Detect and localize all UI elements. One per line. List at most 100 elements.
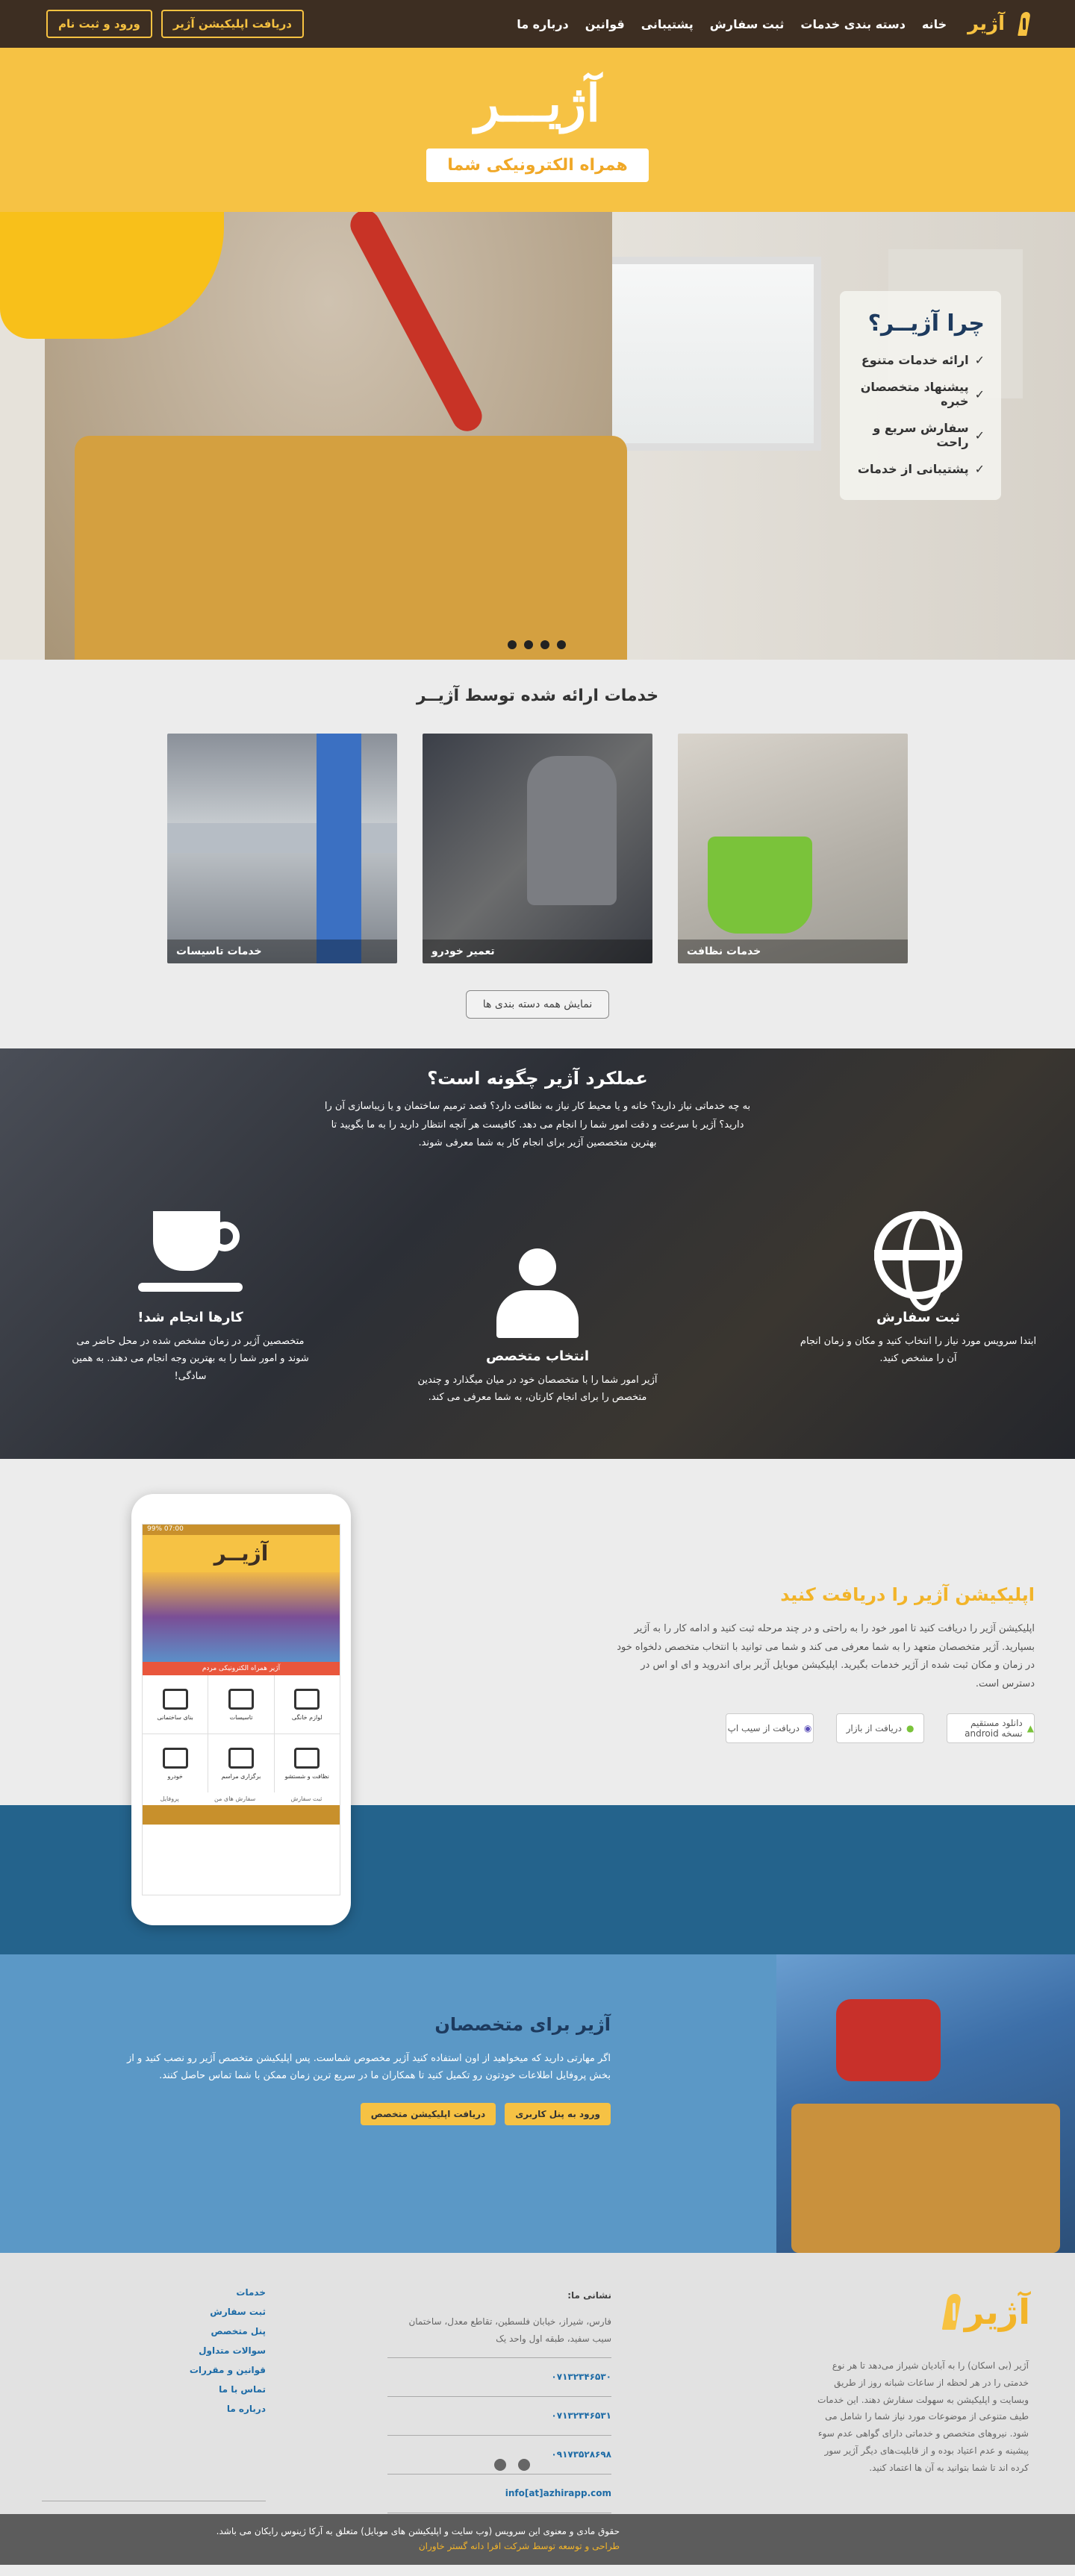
why-item: ✓ سفارش سریع و راحت [856, 421, 985, 449]
service-card-car[interactable]: تعمیر خودرو [423, 734, 652, 963]
divider [387, 2396, 611, 2398]
phone-app-logo: آژیــر [143, 1535, 340, 1572]
instagram-icon[interactable] [494, 2459, 506, 2471]
email-link[interactable]: info[at]azhirapp.com [387, 2485, 611, 2502]
phone-category-label: بنای ساختمانی [157, 1713, 193, 1721]
footer-logo: آژیر [933, 2292, 1030, 2332]
footer-link[interactable]: تماس با ما [42, 2384, 266, 2395]
pipe-image [317, 734, 361, 963]
banner-title: آژیـــر [475, 73, 600, 134]
store-label: دریافت از سیب اپ [727, 1722, 800, 1734]
phone-hero-image [143, 1572, 340, 1662]
store-label: دریافت از بازار [846, 1722, 902, 1734]
how-it-works-section: عملکرد آژیر چگونه است؟ به چه خدماتی نیاز… [0, 1048, 1075, 1459]
cup-handle [210, 1222, 240, 1251]
slider-dot[interactable] [524, 640, 533, 649]
menu-rules[interactable]: قوانین [585, 17, 625, 31]
why-item-label: سفارش سریع و راحت [873, 421, 969, 449]
why-item-label: پیشنهاد متخصصان خبره [860, 380, 969, 408]
android-download-badge[interactable]: ▲ دانلود مستقیم نسخه android [947, 1713, 1035, 1743]
footer-link[interactable]: ثبت سفارش [42, 2307, 266, 2317]
divider [387, 2434, 611, 2436]
slider-dots [508, 640, 566, 649]
site-logo[interactable]: آژیر [968, 12, 1029, 36]
drill-image [836, 1999, 941, 2081]
service-card-cleaning[interactable]: خدمات نظافت [678, 734, 908, 963]
step-text: متخصصین آژیر در زمان مشخص شده در محل حاض… [72, 1336, 309, 1382]
how-step-order: ثبت سفارش ابتدا سرویس مورد نیاز را انتخا… [795, 1211, 1041, 1368]
phone-tab: ثبت سفارش [290, 1795, 322, 1802]
sibapp-icon: ◉ [803, 1722, 812, 1734]
why-list: ✓ ارائه خدمات متنوع ✓ پیشنهاد متخصصان خبره… [856, 353, 985, 476]
banner-tagline: همراه الکترونیکی شما [426, 148, 649, 182]
expert-app-button[interactable]: دریافت اپلیکیشن متخصص [360, 2102, 496, 2125]
how-step-expert: انتخاب متخصص آژیر امور شما را با متخصصان… [414, 1248, 661, 1407]
telegram-icon[interactable] [518, 2459, 530, 2471]
phone-category: بنای ساختمانی [143, 1675, 208, 1734]
menu-order[interactable]: ثبت سفارش [710, 17, 785, 31]
experts-section: آژیر برای متخصصان اگر مهارتی دارید که می… [0, 1954, 1075, 2253]
service-card-facilities[interactable]: خدمات تاسیسات [167, 734, 397, 963]
phone-category-grid: لوازم خانگی تاسیسات بنای ساختمانی نظافت … [143, 1675, 340, 1792]
tools-icon [162, 1747, 188, 1769]
phone-category: خودرو [143, 1734, 208, 1792]
hero-banner: آژیـــر همراه الکترونیکی شما [0, 48, 1075, 212]
phone-category: لوازم خانگی [274, 1675, 340, 1734]
menu-about[interactable]: درباره ما [517, 17, 569, 31]
phone-screen: 07:00 99% آژیــر آژیر همراه الکترونیکی م… [142, 1524, 340, 1895]
top-nav: آژیر خانه دسته بندی خدمات ثبت سفارش پشتی… [0, 0, 1075, 48]
phone-tab: پروفایل [160, 1795, 179, 1802]
footer-link[interactable]: درباره ما [42, 2404, 266, 2414]
bazaar-icon: ● [906, 1722, 914, 1734]
login-register-button[interactable]: ورود و ثبت نام [46, 10, 152, 38]
footer-link[interactable]: سوالات متداول [42, 2345, 266, 2356]
user-panel-button[interactable]: ورود به پنل کاربری [505, 2102, 611, 2125]
nav-buttons: دریافت اپلیکیشن آژیر ورود و ثبت نام [46, 10, 304, 38]
why-item: ✓ پشتیبانی از خدمات [856, 462, 985, 476]
sibapp-badge[interactable]: ◉ دریافت از سیب اپ [726, 1713, 814, 1743]
show-all-categories-button[interactable]: نمایش همه دسته بندی ها [465, 990, 610, 1019]
service-label: تعمیر خودرو [423, 940, 652, 963]
download-app-button[interactable]: دریافت اپلیکیشن آژیر [161, 10, 304, 38]
phone-mockup: 07:00 99% آژیــر آژیر همراه الکترونیکی م… [131, 1494, 351, 1925]
tool-belt-image [791, 2104, 1060, 2253]
store-badges: ▲ دانلود مستقیم نسخه android ● دریافت از ب… [617, 1713, 1035, 1743]
copyright-text: حقوق مادی و معنوی این سرویس (وب سایت و ا… [216, 2526, 620, 2536]
menu-home[interactable]: خانه [922, 17, 947, 31]
footer-about: آژیر (بی اسکان) را به آبادیان شیراز می‌د… [817, 2360, 1029, 2473]
menu-support[interactable]: پشتیبانی [641, 17, 694, 31]
app-text: اپلیکیشن آژیر را دریافت کنید اپلیکیشن آژ… [617, 1584, 1035, 1743]
menu-categories[interactable]: دسته بندی خدمات [800, 17, 906, 31]
phone-category: نظافت و شستشو [274, 1734, 340, 1792]
footer-link[interactable]: قوانین و مقررات [42, 2365, 266, 2375]
footer-link[interactable]: خدمات [42, 2287, 266, 2298]
slider-dot[interactable] [557, 640, 566, 649]
check-icon: ✓ [974, 387, 985, 401]
phone-number[interactable]: ۰۷۱۳۲۳۴۶۵۳۱ [387, 2407, 611, 2425]
globe-icon [874, 1211, 962, 1311]
phone-category-label: نظافت و شستشو [284, 1772, 330, 1780]
services-grid: خدمات تاسیسات تعمیر خودرو خدمات نظافت [0, 734, 1075, 963]
hero-slider: چرا آژیــر؟ ✓ ارائه خدمات متنوع ✓ پیشنهاد … [0, 212, 1075, 660]
pipe-image [167, 823, 397, 853]
phone-category: تاسیسات [208, 1675, 274, 1734]
phone-status-bar: 07:00 99% [143, 1525, 340, 1535]
footer-links: خدمات ثبت سفارش پنل متخصص سوالات متداول … [42, 2287, 266, 2423]
app-description: اپلیکیشن آژیر را دریافت کنید تا امور خود… [617, 1623, 1035, 1690]
phone-category-label: لوازم خانگی [291, 1713, 322, 1721]
slider-dot[interactable] [540, 640, 549, 649]
bazaar-badge[interactable]: ● دریافت از بازار [836, 1713, 924, 1743]
nav-right: آژیر خانه دسته بندی خدمات ثبت سفارش پشتی… [517, 12, 1029, 36]
slider-dot[interactable] [508, 640, 517, 649]
footer-logo-text: آژیر [964, 2292, 1030, 2332]
how-step-done: کارها انجام شد! متخصصین آژیر در زمان مشخ… [67, 1211, 314, 1385]
designer-credit[interactable]: طراحی و توسعه توسط شرکت افرا دانه گستر خ… [46, 2541, 620, 2551]
android-icon: ▲ [1026, 1722, 1034, 1734]
footer-link[interactable]: پنل متخصص [42, 2326, 266, 2336]
cake-icon [228, 1747, 255, 1769]
broom-icon [294, 1747, 320, 1769]
why-title: چرا آژیــر؟ [867, 310, 985, 337]
how-intro: به چه خدماتی نیاز دارید؟ خانه و یا محیط … [324, 1101, 751, 1149]
step-title: کارها انجام شد! [137, 1310, 243, 1325]
phone-number[interactable]: ۰۷۱۳۲۳۴۶۵۳۰ [387, 2369, 611, 2386]
